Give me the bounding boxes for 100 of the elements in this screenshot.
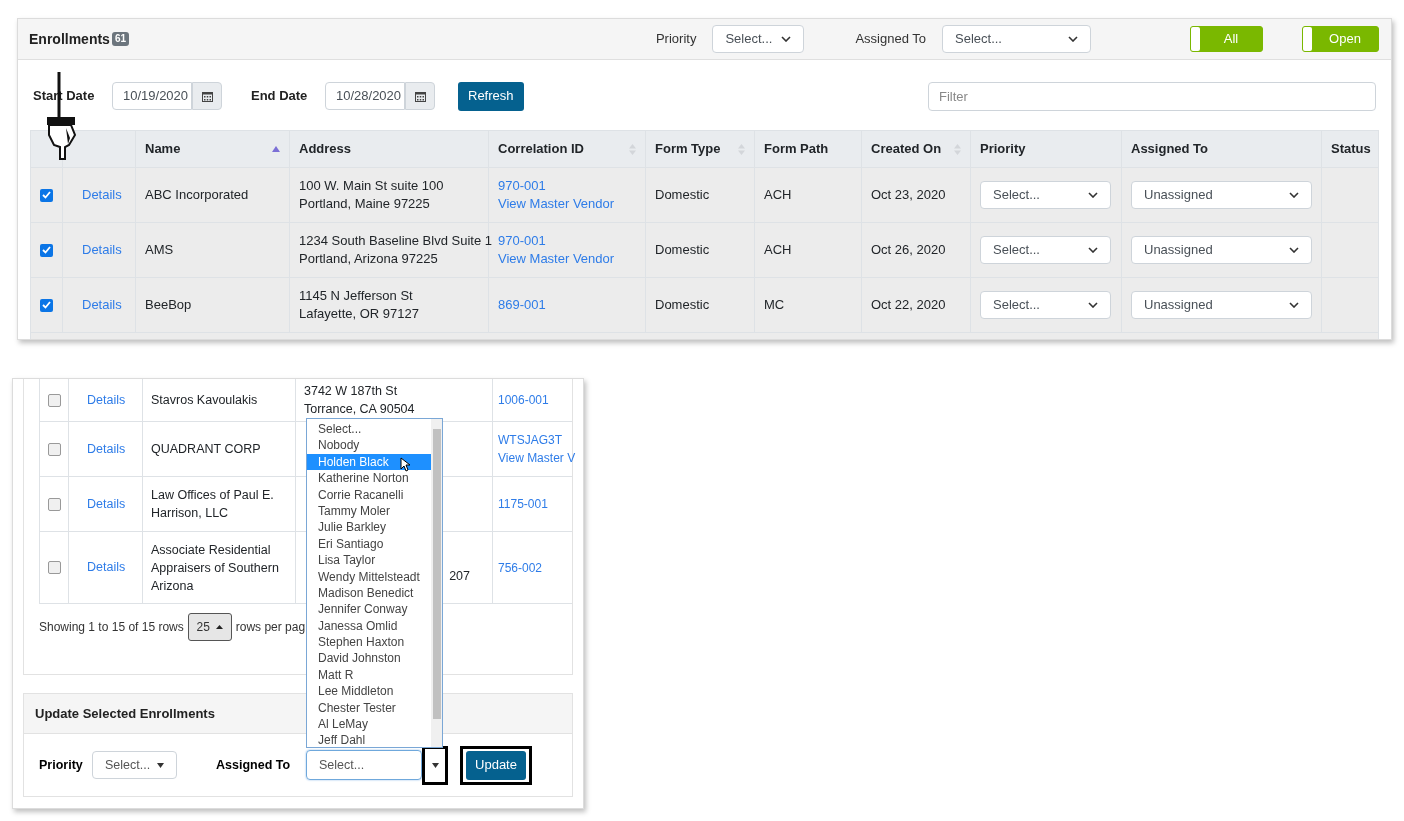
update-button[interactable]: Update (466, 750, 526, 780)
dropdown-option[interactable]: Al LeMay (307, 716, 431, 733)
column-header[interactable]: Created On (862, 131, 971, 167)
priority-select[interactable]: Select... (92, 751, 177, 779)
table-cell-text: Oct 23, 2020 (871, 186, 946, 205)
correlation-link[interactable]: 1006-001 (498, 391, 549, 409)
checkbox[interactable] (47, 561, 61, 574)
vendor-link[interactable]: View Master Vendor (498, 195, 615, 213)
table-row[interactable]: Details BeeBop 1145 N Jefferson St Lafayette, OR 97127 869-001 Domestic MC Oct 22, 2020 Select... Unassigned (31, 278, 1378, 333)
page-size-button[interactable]: 25 (187, 613, 232, 641)
filter-field[interactable]: Filter (928, 81, 1376, 111)
column-header[interactable]: Form Path (755, 131, 862, 167)
priority-select[interactable]: Select... (980, 181, 1111, 209)
column-header[interactable]: Status (1322, 131, 1380, 167)
table-cell-text: 207 (449, 568, 470, 586)
checkbox[interactable] (47, 442, 61, 456)
column-header[interactable]: Correlation ID (489, 131, 646, 167)
correlation-link[interactable]: 869-001 (498, 296, 546, 314)
dropdown-option[interactable]: Select... (307, 421, 431, 438)
correlation-link[interactable]: 970-001 (498, 232, 615, 250)
dropdown-option[interactable]: Janessa Omlid (307, 617, 431, 635)
table-cell-text: AMS (145, 241, 174, 260)
priority-select[interactable]: Select... (980, 291, 1111, 319)
details-link[interactable]: Details (72, 185, 122, 205)
chevron-down-icon (1088, 192, 1098, 198)
dropdown-option[interactable]: Eri Santiago (307, 535, 431, 553)
table-cell-text: Domestic (655, 296, 710, 315)
table-row[interactable]: Details AMS 1234 South Baseline Blvd Suite 1 Portland, Arizona 97225 970-001 View Master Vendor Domestic ACH Oct 26, 2020 Select... Unassigned (31, 223, 1378, 278)
details-link[interactable]: Details (77, 494, 126, 514)
dropdown-option[interactable]: Madison Benedict (307, 584, 431, 602)
checkbox[interactable] (40, 188, 53, 202)
chevron-down-icon (1289, 302, 1299, 308)
dropdown-option[interactable]: Jeff Dahl (307, 732, 431, 749)
correlation-link[interactable]: WTSJAG3T (498, 431, 576, 449)
vendor-link[interactable]: View Master V (498, 449, 576, 467)
checkbox[interactable] (40, 298, 53, 312)
dropdown-option[interactable]: Wendy Mittelsteadt (307, 568, 431, 585)
calendar-button[interactable] (192, 82, 222, 110)
column-header[interactable]: Name (136, 131, 290, 167)
dropdown-option[interactable]: Lee Middleton (307, 683, 431, 700)
details-link[interactable]: Details (77, 558, 126, 577)
count-badge: 61 (111, 32, 130, 46)
details-link[interactable]: Details (72, 295, 122, 315)
checkbox[interactable] (40, 243, 53, 257)
table-cell-text: Domestic (655, 241, 710, 260)
sort-ascending-icon[interactable] (272, 146, 280, 152)
panel-title: Enrollments (29, 29, 110, 49)
table-cell-text: QUADRANT CORP (151, 441, 261, 458)
pagination-info: Showing 1 to 15 of 15 rows (39, 619, 184, 636)
priority-select[interactable]: Select... (980, 236, 1111, 264)
dropdown-option[interactable]: David Johnston (307, 650, 431, 667)
column-header[interactable]: Assigned To (1122, 131, 1322, 167)
table-cell-text: MC (764, 296, 785, 315)
dropdown-option[interactable]: Julie Barkley (307, 519, 431, 536)
dropdown-option[interactable]: Katherine Norton (307, 470, 431, 487)
assigned-select[interactable]: Unassigned (1131, 236, 1312, 264)
caret-up-icon (215, 625, 223, 629)
filter-label: Priority (655, 30, 697, 49)
refresh-button[interactable]: Refresh (458, 81, 524, 111)
column-header[interactable]: Priority (971, 131, 1122, 167)
correlation-link[interactable]: 756-002 (498, 558, 543, 577)
table-row[interactable]: Details ABC Incorporated 100 W. Main St suite 100 Portland, Maine 97225 970-001 View Master Vendor Domestic ACH Oct 23, 2020 Select... Unassigned (31, 168, 1378, 223)
date-field[interactable]: 10/19/2020 (112, 82, 192, 110)
table-cell-text: 3742 W 187th St Torrance, CA 90504 (304, 383, 415, 418)
details-link[interactable]: Details (77, 439, 126, 459)
date-field[interactable]: 10/28/2020 (325, 82, 405, 110)
checkbox[interactable] (47, 393, 61, 407)
rows-per-page-label: rows per pag (235, 619, 306, 636)
column-header[interactable]: Form Type (646, 131, 755, 167)
table-cell-text: Domestic (655, 186, 710, 205)
chevron-down-icon (1289, 247, 1299, 253)
assigned-select[interactable]: Select... (942, 25, 1091, 53)
dropdown-option[interactable]: Tammy Moler (307, 502, 431, 520)
dropdown-option[interactable]: Matt R (307, 666, 431, 684)
details-link[interactable]: Details (72, 240, 122, 260)
dropdown-option[interactable]: Jennifer Conway (307, 601, 431, 618)
table-cell-text: Oct 26, 2020 (871, 241, 946, 260)
table-cell-text: Oct 22, 2020 (871, 296, 946, 315)
caret-down-icon (157, 762, 164, 768)
assigned-select[interactable]: Unassigned (1131, 181, 1312, 209)
assigned-select[interactable]: Unassigned (1131, 291, 1312, 319)
dropdown-option[interactable]: Stephen Haxton (307, 634, 431, 651)
dropdown-option[interactable]: Lisa Taylor (307, 552, 431, 569)
table-cell-text: BeeBop (145, 296, 192, 315)
field-label: Assigned To (216, 756, 292, 774)
priority-select[interactable]: Select... (712, 25, 805, 53)
details-link[interactable]: Details (77, 390, 126, 410)
dropdown-option[interactable]: Chester Tester (307, 699, 431, 717)
calendar-button[interactable] (405, 82, 435, 110)
table-cell-text: ACH (764, 241, 792, 260)
scrollbar[interactable] (431, 419, 442, 747)
correlation-link[interactable]: 970-001 (498, 177, 615, 195)
dropdown-option[interactable]: Nobody (307, 437, 431, 454)
checkbox[interactable] (47, 497, 61, 511)
column-header[interactable]: Address (290, 131, 489, 167)
correlation-link[interactable]: 1175-001 (498, 495, 548, 513)
dropdown-option[interactable]: Corrie Racanelli (307, 486, 431, 503)
vendor-link[interactable]: View Master Vendor (498, 250, 615, 268)
chevron-down-icon (1088, 302, 1098, 308)
card-title: Update Selected Enrollments (35, 704, 215, 723)
